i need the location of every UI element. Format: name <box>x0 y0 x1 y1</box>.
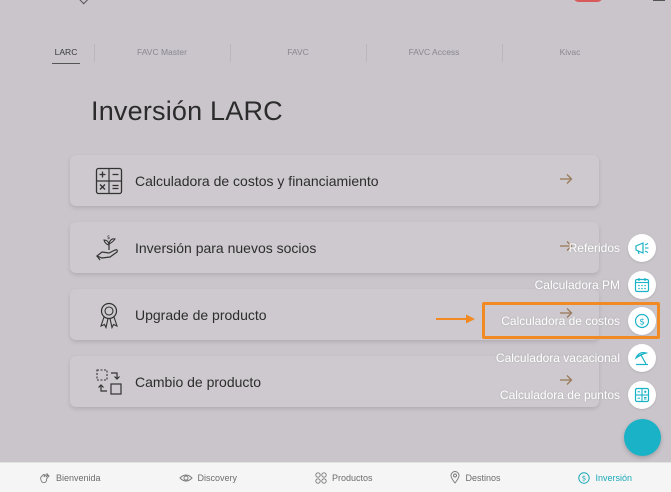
nav-discovery[interactable]: Discovery <box>178 472 238 484</box>
back-chevron-fragment <box>76 0 90 5</box>
tab-label: LARC <box>54 47 78 57</box>
nav-inversion[interactable]: $ Inversión <box>578 471 632 484</box>
eye-icon <box>178 474 193 481</box>
product-tabs: LARC FAVC Master FAVC FAVC Access Kivac <box>38 44 638 66</box>
megaphone-icon <box>628 234 656 262</box>
fab-label: Calculadora PM <box>534 278 620 292</box>
bottom-navigation: Bienvenida Discovery Productos Destinos … <box>0 462 671 492</box>
card-new-partners-investment[interactable]: $ Inversión para nuevos socios <box>70 222 599 273</box>
calculator-icon <box>95 167 123 195</box>
card-label: Inversión para nuevos socios <box>135 239 317 256</box>
swap-arrows-icon <box>96 369 122 395</box>
notification-badge-fragment <box>573 0 603 2</box>
card-label: Calculadora de costos y financiamiento <box>135 172 379 189</box>
waving-hand-icon <box>40 472 50 483</box>
card-label: Upgrade de producto <box>135 306 267 323</box>
floating-action-button[interactable] <box>624 419 661 456</box>
fab-referidos[interactable]: Referidos <box>569 234 656 262</box>
fab-label: Referidos <box>568 241 620 255</box>
svg-text:$: $ <box>582 474 586 482</box>
nav-productos[interactable]: Productos <box>315 471 373 484</box>
dollar-circle-icon: $ <box>578 471 591 484</box>
grid-circles-icon <box>315 471 327 484</box>
location-pin-icon <box>451 471 460 484</box>
fab-calculadora-de-puntos[interactable]: Calculadora de puntos <box>500 381 656 409</box>
tab-label: Kivac <box>559 47 581 57</box>
tab-label: FAVC Access <box>408 47 460 57</box>
tab-favc-access[interactable]: FAVC Access <box>366 44 502 66</box>
award-ribbon-icon <box>100 302 118 329</box>
beach-umbrella-icon <box>628 344 656 372</box>
fab-calculadora-pm[interactable]: Calculadora PM <box>535 271 656 299</box>
tab-favc-master[interactable]: FAVC Master <box>94 44 230 66</box>
nav-destinos[interactable]: Destinos <box>450 471 501 484</box>
nav-label: Inversión <box>595 472 632 483</box>
nav-bienvenida[interactable]: Bienvenida <box>39 472 101 484</box>
page-title: Inversión LARC <box>91 96 283 126</box>
nav-label: Discovery <box>197 472 238 483</box>
tab-kivac[interactable]: Kivac <box>502 44 638 66</box>
arrow-right-icon <box>560 174 573 184</box>
fab-calculadora-vacacional[interactable]: Calculadora vacacional <box>496 344 656 372</box>
hand-money-plant-icon: $ <box>95 235 118 261</box>
fab-label: Calculadora vacacional <box>495 351 620 365</box>
menu-icon-fragment <box>653 0 665 1</box>
tab-larc[interactable]: LARC <box>38 44 94 66</box>
nav-label: Productos <box>331 472 373 483</box>
tab-favc[interactable]: FAVC <box>230 44 366 66</box>
nav-label: Bienvenida <box>55 472 101 483</box>
highlight-frame <box>482 302 660 339</box>
card-label: Cambio de producto <box>135 373 262 390</box>
grid-points-icon <box>628 381 656 409</box>
fab-label: Calculadora de puntos <box>499 388 620 402</box>
pointer-arrow-icon <box>436 314 475 324</box>
calendar-icon <box>628 271 656 299</box>
nav-label: Destinos <box>465 472 501 483</box>
card-cost-calculator[interactable]: Calculadora de costos y financiamiento <box>70 155 599 206</box>
tab-label: FAVC <box>287 47 309 57</box>
svg-text:$: $ <box>107 235 110 241</box>
tab-label: FAVC Master <box>137 47 187 57</box>
